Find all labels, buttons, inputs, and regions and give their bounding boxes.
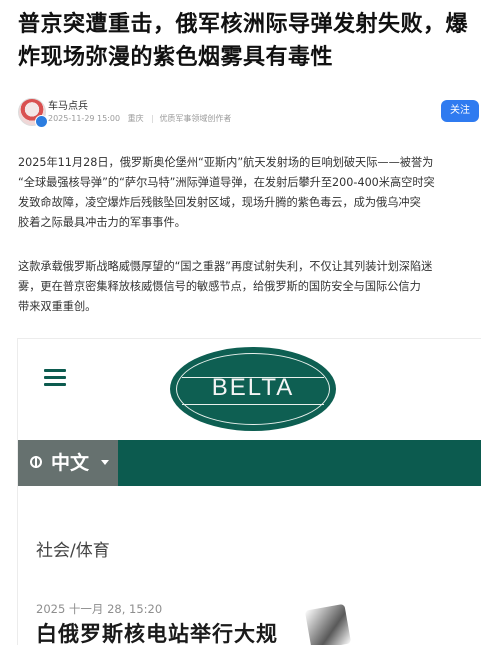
embedded-screenshot: BELTA 中文 社会/体育 2025 十一月 28, 15:20 白俄罗斯核电… [17,338,481,645]
author-meta: 2025-11-29 15:00 重庆 | 优质军事领域创作者 [48,113,236,124]
publish-location: 重庆 [127,114,144,123]
publish-date: 2025-11-29 15:00 [48,114,121,123]
nav-bar: 中文 [18,440,481,486]
globe-icon [30,456,42,468]
caret-down-icon [101,460,109,465]
body-paragraph-1: 2025年11月28日，俄罗斯奥伦堡州“亚斯内”航天发射场的巨响划破天际——被誉… [18,156,435,229]
logo-text: BELTA [211,374,295,401]
hamburger-menu-icon[interactable] [44,369,66,387]
language-selector[interactable]: 中文 [18,440,118,486]
author-badge: 优质军事领域创作者 [159,114,232,123]
embed-article-date: 2025 十一月 28, 15:20 [36,602,163,616]
body-paragraph-2: 这款承载俄罗斯战略威慑厚望的“国之重器”再度试射失利，不仅让其列装计划深陷迷 雾… [18,260,433,313]
belta-logo[interactable]: BELTA [170,347,336,431]
follow-button[interactable]: 关注 [441,100,479,122]
verified-icon [35,115,48,128]
embed-article-title[interactable]: 白俄罗斯核电站举行大规 [36,618,278,645]
logo-line-bottom [182,404,324,405]
meta-divider: | [151,114,154,123]
article-headline: 普京突遭重击，俄军核洲际导弹发射失败，爆炸现场弥漫的紫色烟雾具有毒性 [18,12,469,70]
category-label[interactable]: 社会/体育 [36,536,110,561]
cursor-smudge [304,603,352,645]
language-label: 中文 [51,452,90,474]
author-name[interactable]: 车马点兵 [48,97,88,112]
author-row: 车马点兵 2025-11-29 15:00 重庆 | 优质军事领域创作者 关注 [18,96,481,132]
